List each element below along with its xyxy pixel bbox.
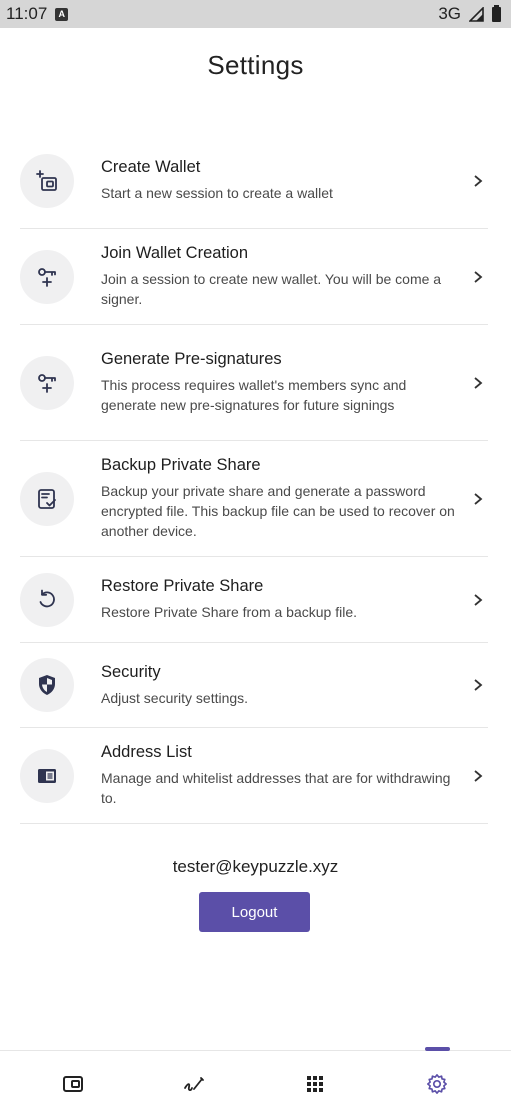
chevron-right-icon	[468, 593, 488, 607]
status-right: 3G	[438, 4, 501, 24]
join-wallet-icon-circle	[20, 249, 74, 304]
menu-item-title: Address List	[101, 743, 192, 761]
restore-icon-circle	[20, 572, 74, 627]
key-plus-icon	[38, 267, 56, 287]
nav-apps[interactable]	[285, 1051, 345, 1117]
menu-item-security[interactable]: Security Adjust security settings.	[20, 643, 488, 728]
chevron-right-icon	[468, 769, 488, 783]
menu-item-title: Generate Pre-signatures	[101, 350, 282, 368]
menu-item-title: Restore Private Share	[101, 577, 264, 595]
menu-item-text: Address List Manage and whitelist addres…	[101, 743, 468, 808]
menu-item-title: Join Wallet Creation	[101, 244, 249, 262]
gear-icon	[427, 1074, 447, 1094]
network-type: 3G	[438, 4, 461, 23]
logout-button[interactable]: Logout	[199, 892, 310, 932]
chevron-right-icon	[468, 376, 488, 390]
notification-icon: A	[55, 7, 69, 21]
create-wallet-icon-circle	[20, 153, 74, 208]
chevron-right-icon	[468, 678, 488, 692]
menu-item-text: Security Adjust security settings.	[101, 663, 468, 708]
account-email: tester@keypuzzle.xyz	[172, 857, 339, 876]
settings-menu: Create Wallet Start a new session to cre…	[20, 133, 488, 824]
key-plus-icon	[38, 373, 56, 393]
menu-item-join-wallet-creation[interactable]: Join Wallet Creation Join a session to c…	[20, 229, 488, 325]
menu-item-title: Security	[101, 662, 161, 681]
backup-file-icon	[38, 488, 56, 509]
menu-item-backup-private-share[interactable]: Backup Private Share Backup your private…	[20, 441, 488, 557]
page-title: Settings	[207, 50, 304, 80]
menu-item-desc: Manage and whitelist addresses that are …	[101, 770, 451, 806]
battery-icon	[492, 4, 501, 22]
chevron-right-icon	[468, 174, 488, 188]
presignatures-icon-circle	[20, 355, 74, 410]
address-card-icon	[38, 768, 56, 783]
menu-item-text: Generate Pre-signatures This process req…	[101, 350, 468, 415]
menu-item-desc: Join a session to create new wallet. You…	[101, 271, 442, 307]
bottom-nav	[0, 1047, 511, 1117]
menu-item-desc: Restore Private Share from a backup file…	[101, 604, 358, 620]
menu-item-desc: Start a new session to create a wallet	[101, 185, 333, 201]
apps-grid-icon	[307, 1076, 323, 1092]
menu-item-text: Create Wallet Start a new session to cre…	[101, 158, 468, 203]
chevron-right-icon	[468, 270, 488, 284]
address-list-icon-circle	[20, 748, 74, 803]
menu-item-text: Join Wallet Creation Join a session to c…	[101, 244, 468, 309]
menu-item-create-wallet[interactable]: Create Wallet Start a new session to cre…	[20, 133, 488, 229]
security-icon-circle	[20, 658, 74, 712]
status-time: 11:07	[6, 4, 48, 23]
menu-item-desc: This process requires wallet's members s…	[101, 377, 407, 413]
menu-item-generate-presignatures[interactable]: Generate Pre-signatures This process req…	[20, 325, 488, 441]
menu-item-text: Backup Private Share Backup your private…	[101, 456, 468, 541]
menu-item-desc: Adjust security settings.	[101, 689, 249, 706]
backup-icon-circle	[20, 471, 74, 526]
status-left: 11:07 A	[6, 4, 69, 24]
add-wallet-icon	[36, 169, 57, 191]
menu-item-title: Backup Private Share	[101, 456, 261, 474]
nav-settings[interactable]	[407, 1047, 467, 1117]
chevron-right-icon	[468, 492, 488, 506]
restore-icon	[39, 589, 55, 607]
active-tab-indicator	[425, 1047, 450, 1051]
nav-signature[interactable]	[164, 1051, 224, 1117]
menu-item-restore-private-share[interactable]: Restore Private Share Restore Private Sh…	[20, 557, 488, 643]
nav-wallet[interactable]	[43, 1051, 103, 1117]
menu-item-desc: Backup your private share and generate a…	[101, 483, 455, 539]
wallet-icon	[63, 1076, 83, 1092]
menu-item-address-list[interactable]: Address List Manage and whitelist addres…	[20, 728, 488, 824]
signature-icon	[184, 1077, 204, 1092]
shield-icon	[39, 675, 55, 695]
menu-item-title: Create Wallet	[101, 158, 201, 176]
status-bar: 11:07 A 3G	[0, 0, 511, 28]
signal-icon	[469, 6, 484, 22]
menu-item-text: Restore Private Share Restore Private Sh…	[101, 577, 468, 622]
